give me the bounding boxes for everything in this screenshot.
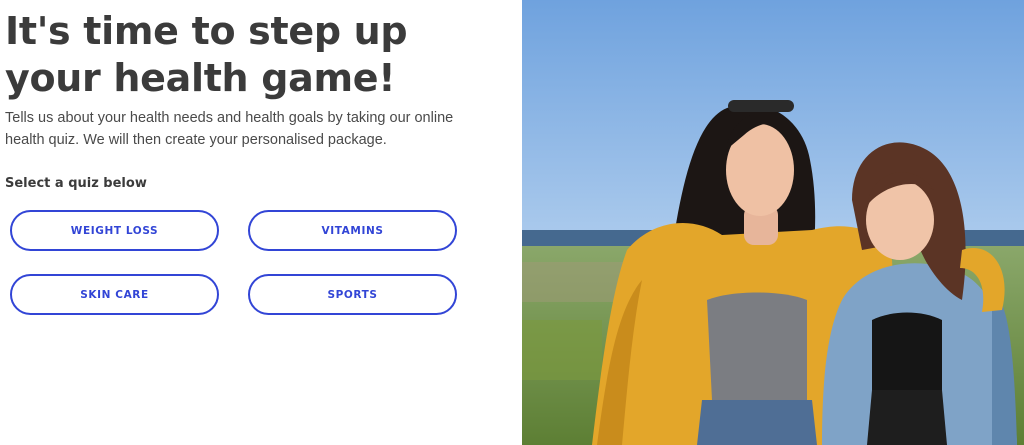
skin-care-quiz-button[interactable]: SKIN CARE: [10, 274, 219, 315]
hero-photo: [522, 0, 1024, 445]
vitamins-quiz-button[interactable]: VITAMINS: [248, 210, 457, 251]
intro-text: Tells us about your health needs and hea…: [5, 110, 454, 148]
quiz-section-label: Select a quiz below: [5, 176, 147, 191]
sports-quiz-button[interactable]: SPORTS: [248, 274, 457, 315]
hero-content: It's time to step up your health game! T…: [0, 0, 522, 445]
weight-loss-quiz-button[interactable]: WEIGHT LOSS: [10, 210, 219, 251]
page-title: It's time to step up your health game!: [5, 9, 408, 100]
